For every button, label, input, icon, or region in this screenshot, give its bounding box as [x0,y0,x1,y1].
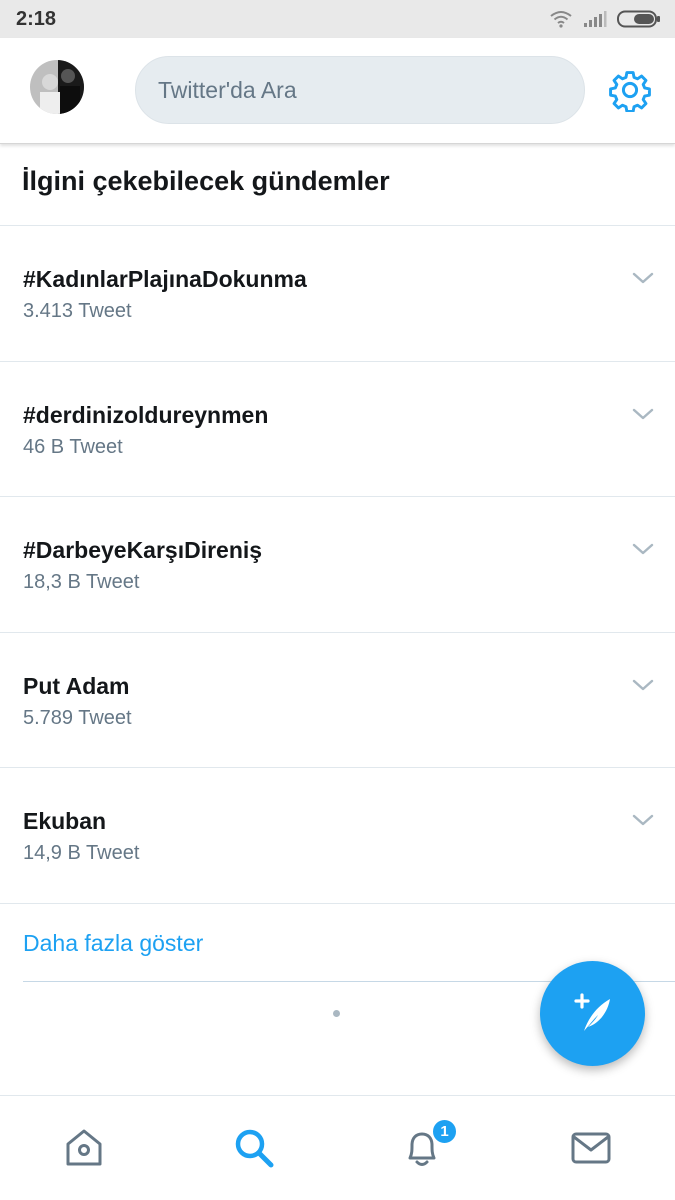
trend-count: 46 B Tweet [23,436,123,458]
status-icons [549,10,661,28]
search-icon[interactable] [232,1126,276,1170]
trend-item[interactable]: Ekuban 14,9 B Tweet [0,768,675,903]
chevron-down-icon[interactable] [631,812,655,828]
search-input[interactable] [158,76,584,104]
trend-name: #KadınlarPlajınaDokunma [23,266,307,292]
wifi-icon [550,11,572,28]
scroll-dot [333,1010,340,1017]
trend-name: #DarbeyeKarşıDireniş [23,537,263,563]
trend-item[interactable]: #DarbeyeKarşıDireniş 18,3 B Tweet [0,497,675,632]
divider [0,903,675,904]
trend-count: 3.413 Tweet [23,300,132,322]
compose-tweet-button[interactable] [540,961,645,1066]
chevron-down-icon[interactable] [631,406,655,422]
trend-count: 14,9 B Tweet [23,842,140,864]
trend-item[interactable]: #KadınlarPlajınaDokunma 3.413 Tweet [0,226,675,361]
chevron-down-icon[interactable] [631,270,655,286]
search-bar[interactable] [135,56,585,124]
compose-tweet-icon [573,992,610,1031]
gear-icon[interactable] [608,68,652,112]
chevron-down-icon[interactable] [631,677,655,693]
status-bar: 2:18 [0,0,675,38]
show-more-link[interactable]: Daha fazla göster [23,930,203,957]
trend-count: 5.789 Tweet [23,707,132,729]
status-time: 2:18 [16,7,57,30]
trend-name: #derdinizoldureynmen [23,402,269,428]
home-icon[interactable] [62,1126,106,1170]
trend-item[interactable]: Put Adam 5.789 Tweet [0,633,675,768]
signal-icon [584,11,607,27]
trend-count: 18,3 B Tweet [23,571,140,593]
bottom-nav [0,1095,675,1200]
chevron-down-icon[interactable] [631,541,655,557]
top-bar [0,38,675,144]
trend-name: Put Adam [23,673,130,699]
battery-icon [617,10,660,28]
messages-icon[interactable] [569,1126,613,1170]
trend-name: Ekuban [23,808,107,834]
section-title: İlgini çekebilecek gündemler [22,166,390,196]
notification-badge: 1 [431,1118,458,1145]
trend-item[interactable]: #derdinizoldureynmen 46 B Tweet [0,362,675,497]
avatar[interactable] [30,60,84,114]
